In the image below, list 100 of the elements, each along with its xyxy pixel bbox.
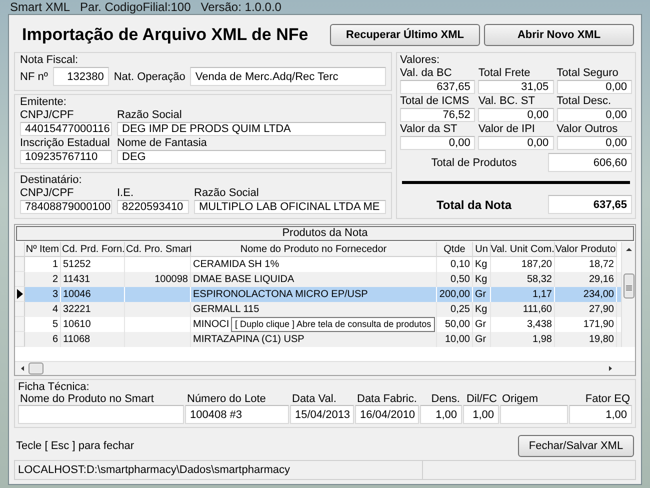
table-row[interactable]: 6 11068 MIRTAZAPINA (C1) USP 10,00 Gr 1,98 19,80 xyxy=(15,332,621,347)
text-field[interactable] xyxy=(500,405,568,424)
text-field[interactable] xyxy=(18,405,184,424)
scroll-left-icon[interactable] xyxy=(21,366,24,371)
field-label: Total de ICMS xyxy=(400,95,470,107)
text-field[interactable]: DEG IMP DE PRODS QUIM LTDA xyxy=(117,122,386,136)
field-label: Razão Social xyxy=(117,109,183,121)
table-cell: 3 xyxy=(52,289,58,300)
text-field[interactable]: 100408 #3 xyxy=(185,405,289,424)
table-cell: MINOCI xyxy=(193,319,230,330)
header-button[interactable]: Abrir Novo XML xyxy=(484,24,634,46)
table-cell: 18,72 xyxy=(588,259,614,270)
current-row-icon xyxy=(16,289,22,299)
group-legend: Nota Fiscal: xyxy=(20,54,386,66)
column-header[interactable]: Nome do Produto no Fornecedor xyxy=(191,242,437,257)
table-cell: 10,00 xyxy=(444,334,470,345)
scroll-thumb[interactable] xyxy=(624,274,634,298)
column-header[interactable]: Cd. Pro. Smart xyxy=(125,242,191,257)
text-field[interactable]: 31,05 xyxy=(478,80,554,94)
scroll-right-icon[interactable] xyxy=(609,366,612,371)
table-cell: 4 xyxy=(52,304,58,315)
text-field[interactable]: 637,65 xyxy=(400,80,476,94)
text-field[interactable]: MULTIPLO LAB OFICINAL LTDA ME xyxy=(194,200,386,214)
table-cell: Gr xyxy=(475,319,486,330)
column-header[interactable]: Nº Item xyxy=(25,242,61,257)
text-field[interactable]: 1,00 xyxy=(420,405,462,424)
field-label: Fator EQ xyxy=(584,393,631,405)
table-cell: 0,50 xyxy=(450,274,470,285)
table-row[interactable]: 2 11431 100098 DMAE BASE LIQUIDA 0,50 Kg 58,32 29,16 xyxy=(15,272,621,287)
text-field[interactable]: 0,00 xyxy=(556,80,632,94)
field-label: CNPJ/CPF xyxy=(20,187,75,199)
field-label: Dens. xyxy=(430,393,461,405)
text-field[interactable]: 15/04/2013 xyxy=(290,405,354,424)
field-label: Nome de Fantasia xyxy=(117,137,208,149)
text-field[interactable]: 78408879000100 xyxy=(20,200,112,214)
close-save-button[interactable]: Fechar/Salvar XML xyxy=(518,435,634,457)
table-cell: Kg xyxy=(475,259,488,270)
text-field[interactable]: 44015477000116 xyxy=(20,122,112,136)
text-field[interactable]: 637,65 xyxy=(548,195,632,214)
text-field[interactable]: 76,52 xyxy=(400,108,476,122)
table-cell: 50,00 xyxy=(444,319,470,330)
group-legend: Valores: xyxy=(400,54,632,66)
group-legend: Emitente: xyxy=(20,96,386,108)
text-field[interactable]: Venda de Merc.Adq/Rec Terc xyxy=(190,67,386,86)
text-field[interactable]: 0,00 xyxy=(556,108,632,122)
table-cell: Gr xyxy=(475,334,486,345)
text-field[interactable]: 0,00 xyxy=(478,136,554,150)
window-title: Smart XML xyxy=(10,0,70,14)
header-button[interactable]: Recuperar Último XML xyxy=(330,24,480,46)
field-label: Total da Nota xyxy=(435,198,513,212)
table-cell: 29,16 xyxy=(588,274,614,285)
text-field[interactable]: 109235767110 xyxy=(20,150,112,164)
table-cell: DMAE BASE LIQUIDA xyxy=(193,274,294,285)
scroll-thumb[interactable] xyxy=(28,362,44,374)
status-text: LOCALHOST:D:\smartpharmacy\Dados\smartpharmacy xyxy=(15,461,423,479)
field-label: Total de Produtos xyxy=(430,156,518,168)
field-label: Valor de IPI xyxy=(478,123,536,135)
table-row[interactable]: 4 32221 GERMALL 115 0,25 Kg 111,60 27,90 xyxy=(15,302,621,317)
field-label: Val. BC. ST xyxy=(478,95,536,107)
text-field[interactable]: 0,00 xyxy=(400,136,476,150)
table-cell: GERMALL 115 xyxy=(193,304,260,315)
field-label: Total Desc. xyxy=(556,95,612,107)
field-label: Val. da BC xyxy=(400,67,453,79)
table-cell: 1 xyxy=(52,259,58,270)
table-cell: 10046 xyxy=(63,289,91,300)
table-row[interactable]: 3 10046 ESPIRONOLACTONA MICRO EP/USP 200,00 Gr 1,17 234,00 xyxy=(15,287,621,302)
column-header[interactable]: Un xyxy=(473,242,491,257)
vertical-scrollbar[interactable] xyxy=(621,242,635,347)
table-cell: 100098 xyxy=(154,274,188,285)
scroll-up-icon[interactable] xyxy=(626,248,632,251)
horizontal-scrollbar[interactable] xyxy=(15,361,635,375)
text-field[interactable]: 1,00 xyxy=(463,405,499,424)
table-cell: 11431 xyxy=(63,274,90,285)
text-field[interactable]: 606,60 xyxy=(548,153,632,172)
field-label: Razão Social xyxy=(194,187,260,199)
column-header[interactable]: Cd. Prd. Forn. xyxy=(61,242,125,257)
text-field[interactable]: 1,00 xyxy=(569,405,632,424)
table-cell: 1,17 xyxy=(532,289,552,300)
field-label: Inscrição Estadual xyxy=(20,137,111,149)
table-title: Produtos da Nota xyxy=(16,226,634,241)
text-field[interactable]: 8220593410 xyxy=(117,200,189,214)
text-field[interactable]: 16/04/2010 xyxy=(355,405,419,424)
column-header[interactable]: Val. Unit Com. xyxy=(491,242,555,257)
window-title: Versão: 1.0.0.0 xyxy=(200,0,282,14)
field-label: I.E. xyxy=(117,187,135,199)
table-cell: 5 xyxy=(52,319,58,330)
field-label: Total Seguro xyxy=(556,67,620,79)
page-title: Importação de Arquivo XML de NFe xyxy=(22,25,308,45)
column-header[interactable]: Qtde xyxy=(437,242,473,257)
table-cell: Kg xyxy=(475,304,488,315)
text-field[interactable]: 0,00 xyxy=(556,136,632,150)
table-cell: MIRTAZAPINA (C1) USP xyxy=(193,334,304,345)
text-field[interactable]: 0,00 xyxy=(478,108,554,122)
field-label: CNPJ/CPF xyxy=(20,109,75,121)
text-field[interactable]: 132380 xyxy=(52,67,109,86)
table-cell: 234,00 xyxy=(583,289,614,300)
text-field[interactable]: DEG xyxy=(117,150,386,164)
column-header[interactable]: Valor Produto xyxy=(555,242,617,257)
table-cell: 171,90 xyxy=(583,319,614,330)
field-label: Total Frete xyxy=(478,67,532,79)
